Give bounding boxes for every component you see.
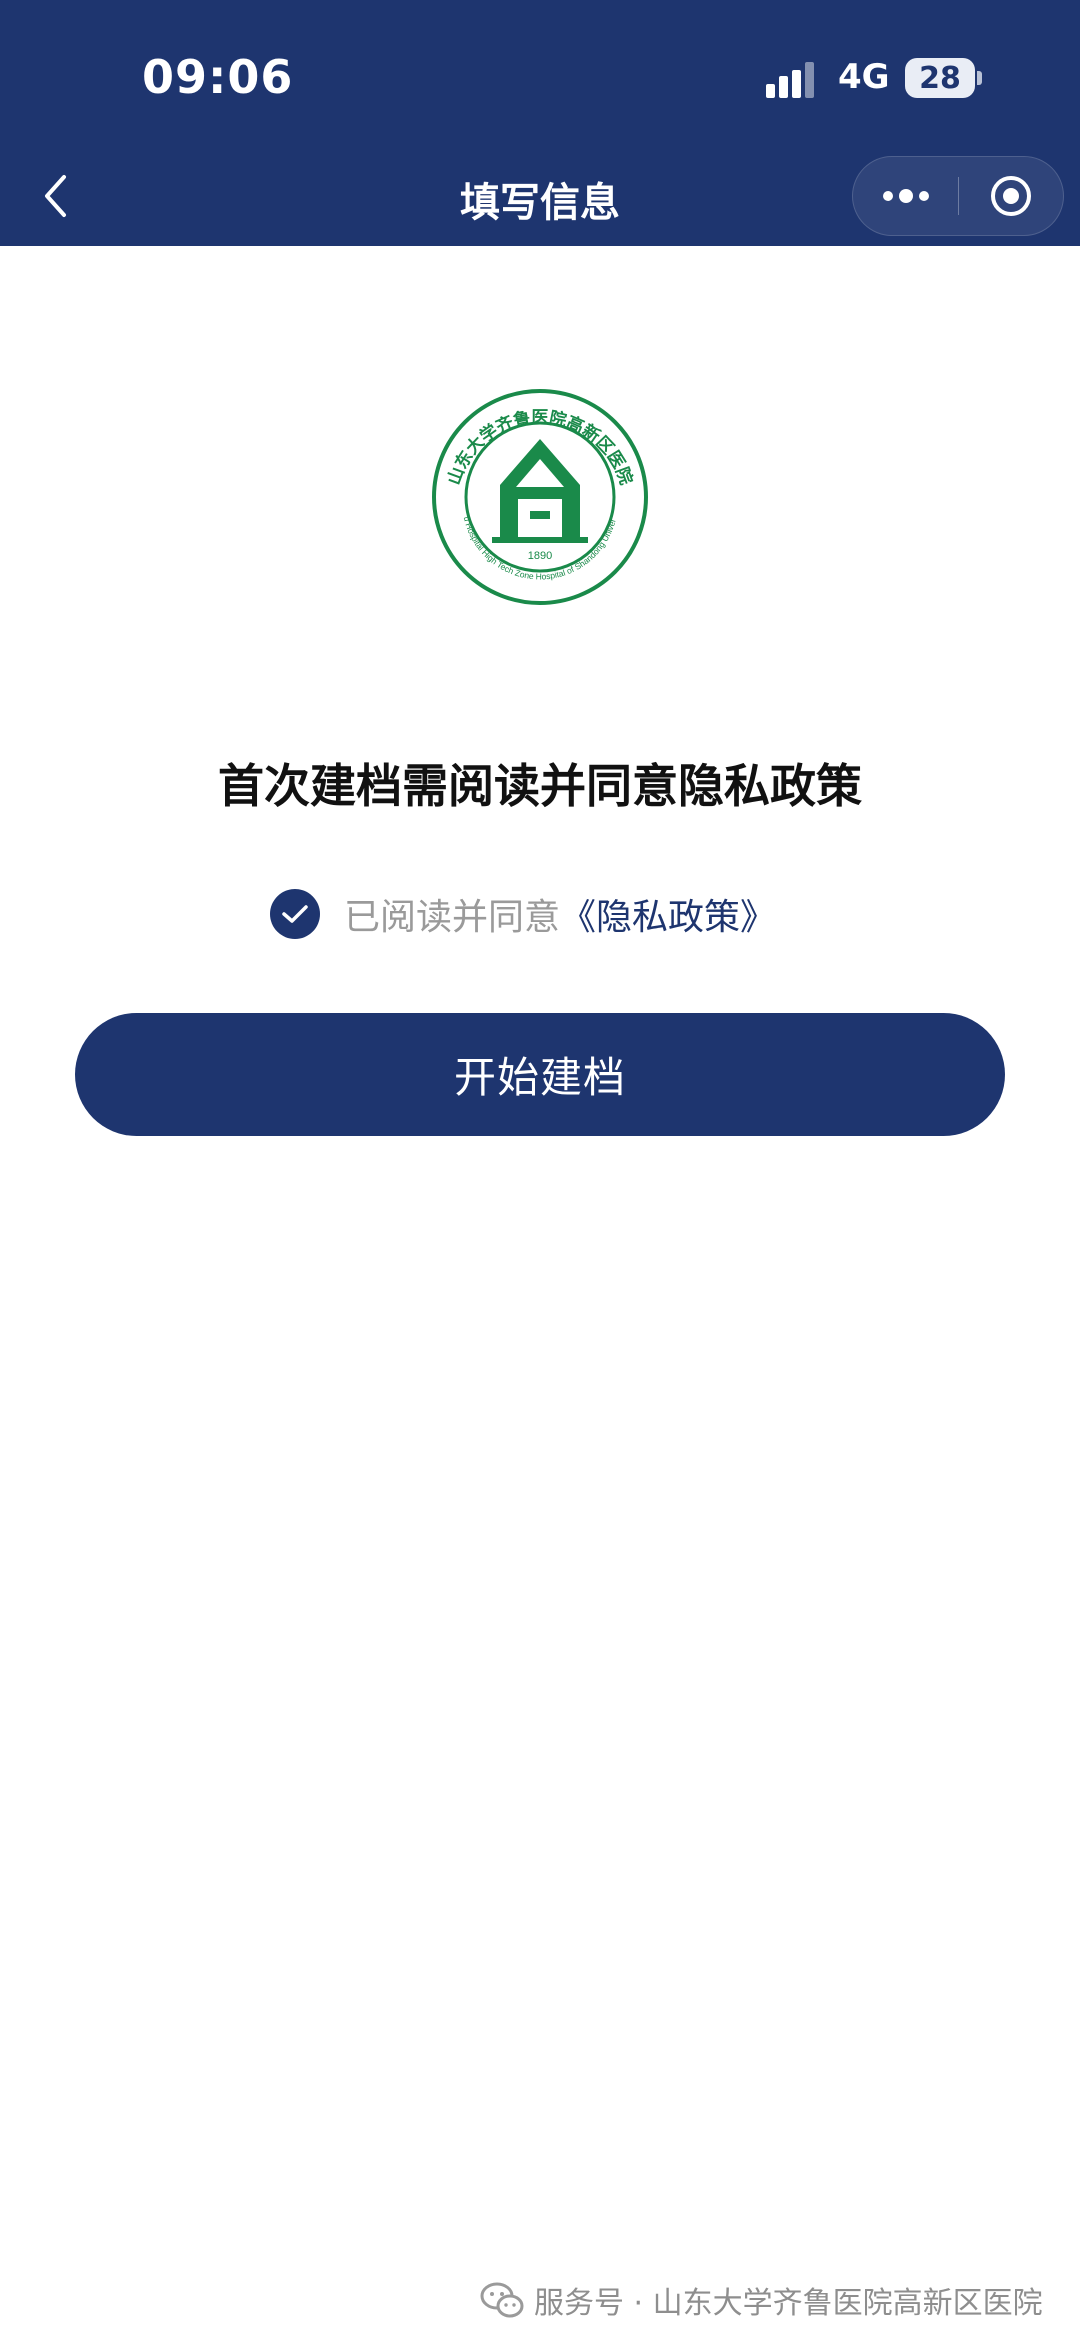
start-filing-button[interactable]: 开始建档: [75, 1013, 1005, 1136]
footer-text: 服务号 · 山东大学齐鲁医院高新区医院: [534, 2286, 1043, 2321]
check-icon: [282, 905, 308, 923]
battery-icon: 28: [905, 58, 975, 98]
battery-tip: [977, 71, 982, 85]
target-close-icon: [991, 176, 1031, 216]
top-header: 09:06 4G 28 填写信息: [0, 0, 1080, 246]
hospital-logo: 山东大学齐鲁医院高新区医院 Qilu Hospital High Tech Zo…: [430, 387, 648, 605]
more-dots-icon: [882, 189, 929, 203]
footer-watermark: 服务号 · 山东大学齐鲁医院高新区医院: [480, 2276, 1043, 2324]
svg-text:1890: 1890: [528, 550, 552, 562]
status-time: 09:06: [142, 50, 294, 104]
more-button[interactable]: [853, 157, 958, 235]
privacy-heading: 首次建档需阅读并同意隐私政策: [218, 759, 862, 813]
network-type: 4G: [838, 57, 890, 97]
wechat-icon: [480, 2282, 524, 2318]
agree-checkbox[interactable]: [270, 889, 320, 939]
signal-icon: [766, 62, 814, 98]
agreement-row: 已阅读并同意 《隐私政策》: [270, 888, 776, 940]
privacy-policy-link[interactable]: 《隐私政策》: [560, 888, 776, 940]
status-bar: 09:06 4G 28: [0, 0, 1080, 150]
agree-label: 已阅读并同意: [344, 897, 561, 938]
close-miniprogram-button[interactable]: [959, 157, 1063, 235]
nav-bar: 填写信息: [0, 150, 1080, 246]
miniprogram-capsule: [852, 156, 1064, 236]
battery-level: 28: [919, 60, 961, 96]
